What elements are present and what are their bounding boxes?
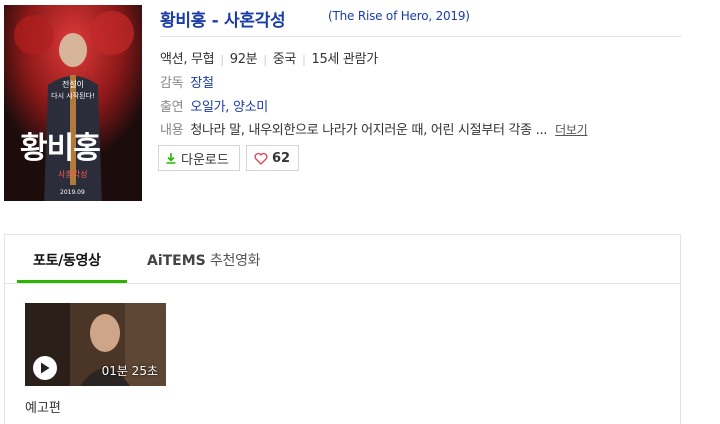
divider: |	[220, 53, 224, 66]
more-link[interactable]: 더보기	[555, 123, 588, 137]
director-link[interactable]: 장철	[190, 76, 214, 91]
download-button[interactable]: 다운로드	[158, 145, 240, 171]
heart-icon	[254, 152, 268, 165]
runtime: 92분	[229, 52, 258, 67]
like-count: 62	[272, 150, 291, 166]
cast-link[interactable]: 오일가, 양소미	[190, 100, 268, 115]
synopsis-label: 내용	[160, 123, 184, 138]
poster-title-art: 황비홍	[20, 131, 101, 166]
download-label: 다운로드	[181, 152, 229, 168]
tab-photo-video[interactable]: 포토/동영상	[33, 250, 101, 270]
poster-tagline: 전설이 다시 시작된다!	[46, 79, 100, 102]
active-tab-indicator	[17, 280, 127, 283]
divider: |	[302, 53, 306, 66]
country: 중국	[272, 52, 297, 67]
title-row: 황비홍 - 사혼각성 (The Rise of Hero, 2019)	[160, 4, 682, 37]
video-duration: 01분 25초	[101, 364, 158, 378]
synopsis-text: 청나라 말, 내우외한으로 나라가 어지러운 때, 어린 시절부터 각종 ...	[190, 123, 548, 138]
trailer-thumbnail[interactable]: 01분 25초	[25, 303, 166, 386]
cast-row: 출연 오일가, 양소미	[160, 96, 268, 115]
movie-meta: 액션, 무협 | 92분 | 중국 | 15세 관람가	[160, 48, 378, 67]
movie-poster[interactable]: 전설이 다시 시작된다! 황비홍 사혼각성 2019.09	[4, 5, 142, 201]
play-icon	[41, 362, 50, 374]
poster-tagline-1: 전설이	[61, 80, 85, 89]
like-button[interactable]: 62	[246, 145, 299, 171]
poster-date: 2019.09	[60, 189, 85, 196]
play-button[interactable]	[33, 356, 57, 380]
genre: 액션, 무협	[160, 52, 215, 67]
synopsis-row: 내용 청나라 말, 내우외한으로 나라가 어지러운 때, 어린 시절부터 각종 .…	[160, 119, 588, 138]
movie-subtitle: (The Rise of Hero, 2019)	[328, 9, 470, 23]
tab-bar: 포토/동영상 AiTEMS 추천영화	[5, 235, 680, 284]
tab-aitems-recommend[interactable]: AiTEMS 추천영화	[147, 250, 261, 270]
age-rating: 15세 관람가	[311, 52, 378, 67]
director-label: 감독	[160, 76, 184, 91]
movie-title[interactable]: 황비홍 - 사혼각성	[160, 6, 286, 31]
trailer-label[interactable]: 예고편	[25, 397, 61, 416]
aitems-tab-label: 추천영화	[205, 253, 261, 269]
director-row: 감독 장철	[160, 72, 214, 91]
poster-tagline-2: 다시 시작된다!	[51, 92, 95, 100]
aitems-logo: AiTEMS	[147, 253, 206, 269]
divider: |	[263, 53, 267, 66]
download-icon	[166, 153, 176, 164]
media-tabs-panel: 포토/동영상 AiTEMS 추천영화 01분 25초 예고편	[4, 234, 681, 424]
cast-label: 출연	[160, 100, 184, 115]
poster-subtitle-art: 사혼각성	[58, 170, 88, 179]
